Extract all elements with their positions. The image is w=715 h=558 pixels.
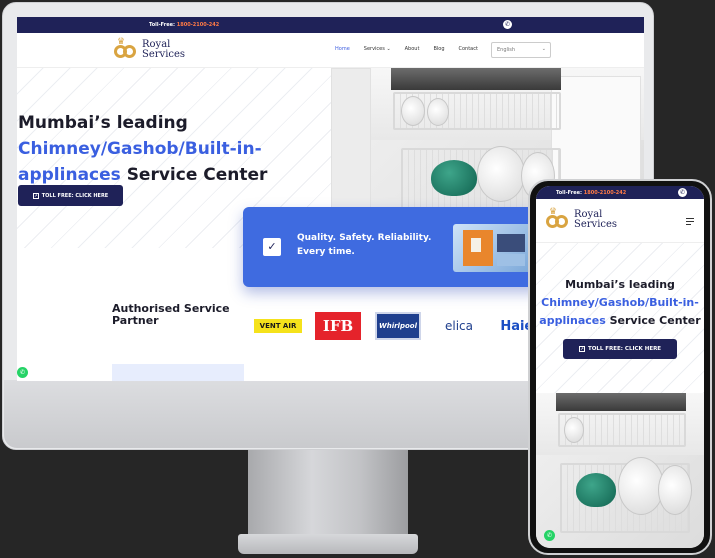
- nav-item-contact[interactable]: Contact: [459, 46, 478, 52]
- mobile-cta-label: TOLL FREE: CLICK HERE: [587, 346, 662, 352]
- menu-icon[interactable]: [686, 218, 694, 227]
- mobile-hero: Mumbai’s leading Chimney/Gashob/Built-in…: [536, 243, 704, 393]
- mobile-top-bar: Toll-Free: 1800-2100-242 ✆: [536, 186, 704, 199]
- language-value: English: [497, 47, 516, 53]
- main-nav: ♛ Royal Services Home Services ⌄ About B…: [17, 33, 644, 68]
- mobile-dishwasher-image: [536, 393, 704, 548]
- brand-ventair[interactable]: VENT AIR: [254, 319, 302, 333]
- cta-label: TOLL FREE: CLICK HERE: [41, 192, 109, 199]
- mobile-hero-line-3: Service Center: [609, 314, 701, 327]
- toll-free-cta-button[interactable]: ↗ TOLL FREE: CLICK HERE: [18, 185, 123, 206]
- brand-elica[interactable]: elica: [434, 318, 484, 334]
- mobile-logo-text: Royal Services: [574, 210, 617, 230]
- whatsapp-icon[interactable]: ✆: [17, 367, 28, 378]
- whatsapp-icon[interactable]: ✆: [544, 530, 555, 541]
- logo-mark-icon: ♛: [544, 207, 570, 231]
- nav-item-services[interactable]: Services ⌄: [364, 46, 391, 52]
- mobile-toll-free-number[interactable]: 1800-2100-242: [584, 190, 626, 196]
- hero-title: Mumbai’s leading Chimney/Gashob/Built-in…: [18, 110, 318, 188]
- mobile-toll-free-cta-button[interactable]: ↗ TOLL FREE: CLICK HERE: [563, 339, 677, 359]
- hero-line-1: Mumbai’s leading: [18, 113, 188, 133]
- phone-icon[interactable]: ✆: [503, 20, 512, 29]
- mobile-screen: Toll-Free: 1800-2100-242 ✆ ♛ Royal Servi…: [536, 186, 704, 548]
- mobile-toll-free-label: Toll-Free:: [556, 190, 583, 196]
- monitor-base: [238, 534, 418, 554]
- toll-free-number[interactable]: 1800-2100-242: [177, 22, 219, 28]
- logo[interactable]: ♛ Royal Services: [112, 37, 185, 61]
- external-link-icon: ↗: [32, 192, 39, 199]
- monitor-stand: [248, 450, 408, 540]
- brand-whirlpool[interactable]: Whirlpool: [375, 312, 421, 340]
- mobile-phone: Toll-Free: 1800-2100-242 ✆ ♛ Royal Servi…: [528, 179, 712, 555]
- phone-icon[interactable]: ✆: [678, 188, 687, 197]
- mobile-hero-title: Mumbai’s leading Chimney/Gashob/Built-in…: [538, 276, 702, 330]
- toll-free-text[interactable]: Toll-Free: 1800-2100-242: [149, 22, 219, 28]
- logo-text: Royal Services: [142, 40, 185, 60]
- nav-item-blog[interactable]: Blog: [433, 46, 444, 52]
- hero-line-3: Service Center: [126, 165, 268, 185]
- brand-ifb[interactable]: IFB: [315, 312, 361, 340]
- quality-text: Quality. Safety. Reliability. Every time…: [297, 233, 432, 257]
- nav-item-home[interactable]: Home: [335, 46, 350, 52]
- chevron-down-icon: ⌄: [541, 46, 546, 52]
- nav-item-about[interactable]: About: [405, 46, 420, 52]
- mobile-toll-free-text[interactable]: Toll-Free: 1800-2100-242: [556, 190, 626, 196]
- partner-title: Authorised Service Partner: [112, 302, 230, 327]
- kitchen-illustration: [453, 224, 533, 272]
- logo-mark-icon: ♛: [112, 37, 138, 61]
- content-block: [112, 364, 244, 381]
- external-link-icon: ↗: [578, 346, 585, 352]
- mobile-logo-line-2: Services: [574, 219, 618, 230]
- mobile-hero-line-1: Mumbai’s leading: [565, 278, 675, 291]
- quality-banner: ✓ Quality. Safety. Reliability. Every ti…: [243, 207, 543, 287]
- mobile-logo[interactable]: ♛ Royal Services: [544, 207, 617, 231]
- toll-free-label: Toll-Free:: [149, 22, 176, 28]
- nav-menu: Home Services ⌄ About Blog Contact: [335, 46, 492, 52]
- check-icon: ✓: [263, 238, 281, 256]
- mobile-nav: ♛ Royal Services: [536, 199, 704, 243]
- top-bar: Toll-Free: 1800-2100-242 ✆: [17, 17, 644, 33]
- language-select[interactable]: English ⌄: [491, 42, 551, 58]
- logo-line-2: Services: [142, 49, 186, 60]
